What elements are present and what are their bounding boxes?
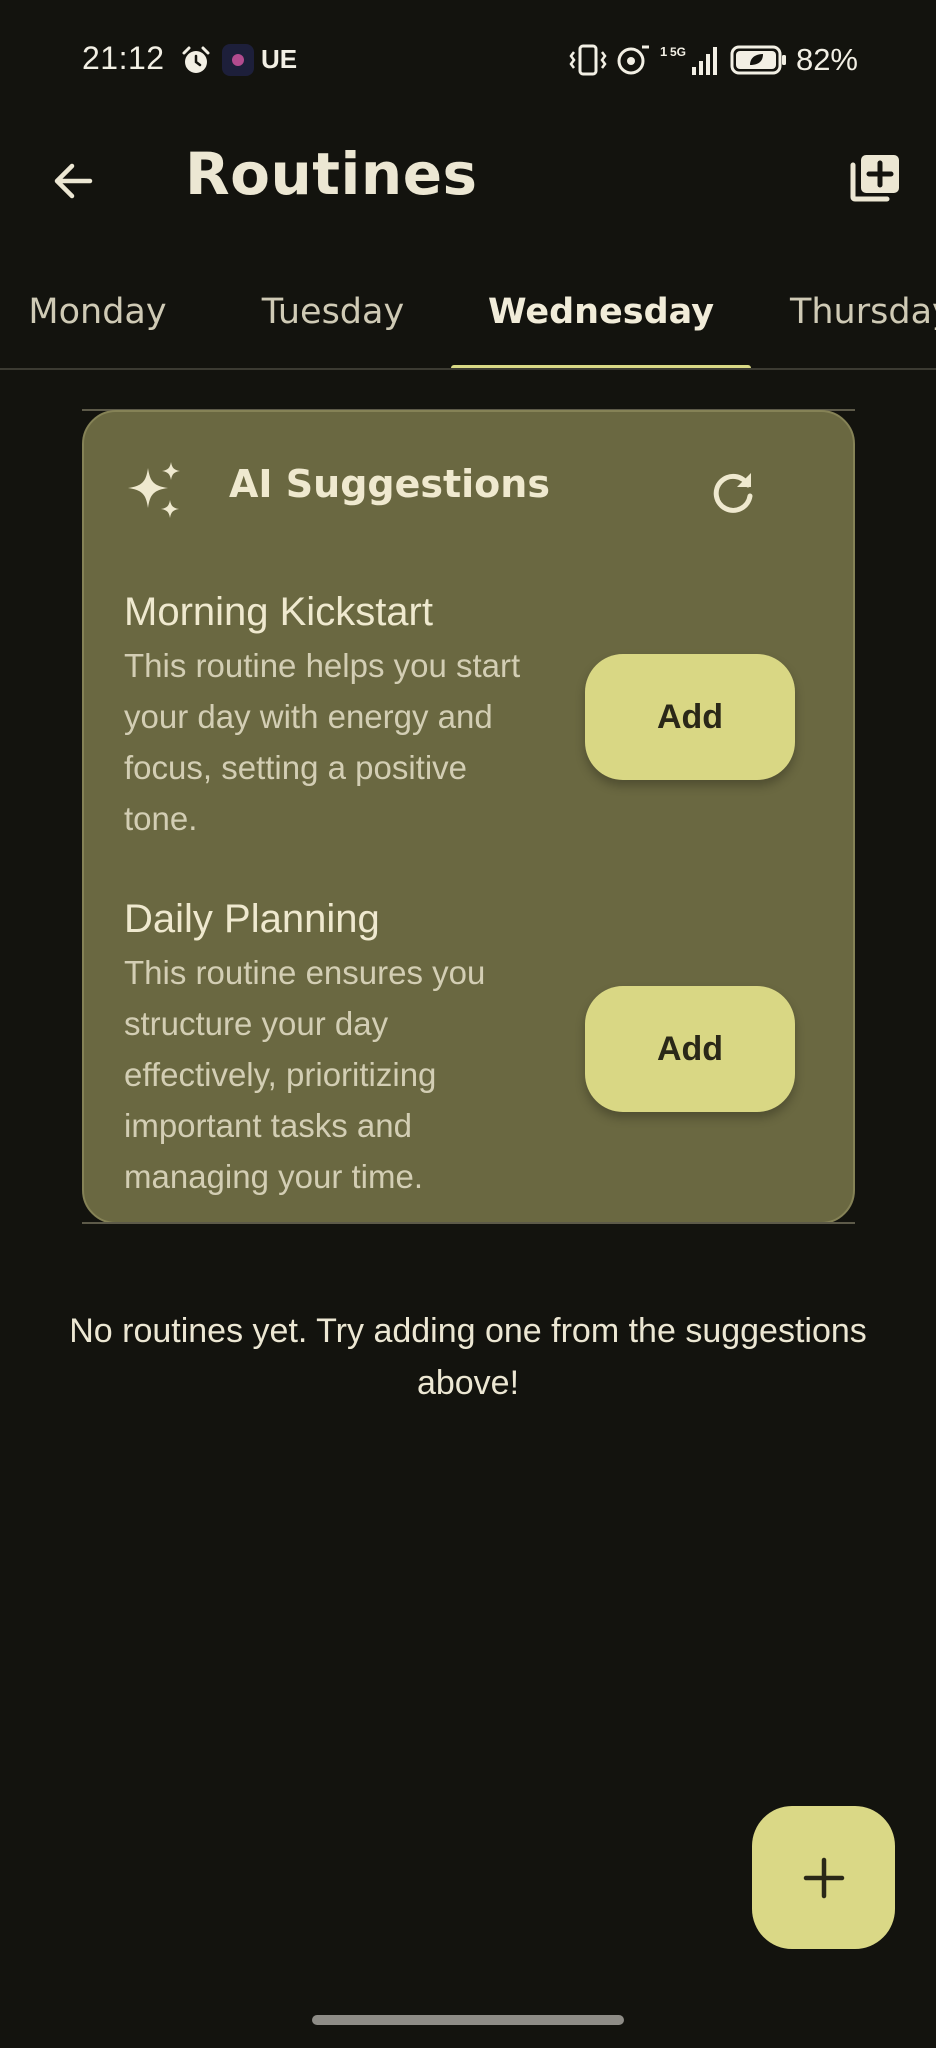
- add-routine-library-button[interactable]: [838, 142, 910, 214]
- suggestion-description: This routine ensures you structure your …: [124, 954, 486, 1195]
- carrier-label: UE: [261, 44, 298, 74]
- suggestion-item: Morning Kickstart This routine helps you…: [124, 584, 817, 844]
- add-morning-kickstart-button[interactable]: Add: [585, 654, 795, 780]
- arrow-back-icon: [54, 163, 93, 199]
- refresh-icon: [713, 473, 753, 513]
- app-notification-icon: [222, 44, 254, 76]
- day-tabs: Monday Tuesday Wednesday Thursday: [0, 256, 936, 370]
- battery-percent: 82%: [795, 42, 858, 77]
- suggestion-item: Daily Planning This routine ensures you …: [124, 891, 817, 1202]
- card-header: AI Suggestions: [84, 412, 853, 562]
- suggestion-title: Morning Kickstart: [124, 590, 433, 634]
- status-indicators: 1 5G 82%: [568, 40, 858, 80]
- alarm-icon: [182, 46, 210, 73]
- active-tab-indicator: [451, 365, 751, 368]
- status-time: 21:12: [82, 40, 165, 76]
- refresh-suggestions-button[interactable]: [705, 464, 761, 520]
- hotspot-icon: [617, 45, 649, 75]
- tab-wednesday[interactable]: Wednesday: [451, 256, 751, 368]
- home-indicator[interactable]: [312, 2015, 624, 2025]
- top-app-bar: Routines: [0, 124, 936, 224]
- svg-text:1: 1: [660, 44, 667, 59]
- tab-tuesday[interactable]: Tuesday: [218, 256, 448, 368]
- ai-suggestions-card: AI Suggestions Morning Kickstart This ro…: [82, 410, 855, 1224]
- tab-thursday[interactable]: Thursday: [790, 256, 936, 368]
- tab-monday[interactable]: Monday: [0, 256, 195, 368]
- empty-state-message: No routines yet. Try adding one from the…: [69, 1312, 867, 1402]
- plus-icon: [803, 1857, 844, 1898]
- sparkle-icon: [128, 462, 180, 518]
- library-add-icon: [850, 155, 899, 202]
- back-button[interactable]: [38, 146, 108, 216]
- svg-text:5G: 5G: [670, 45, 686, 59]
- page-title: Routines: [185, 140, 478, 208]
- status-bar: 21:12 UE 1 5G 82%: [0, 0, 936, 124]
- vibrate-icon: [569, 44, 607, 76]
- add-daily-planning-button[interactable]: Add: [585, 986, 795, 1112]
- add-routine-fab[interactable]: [752, 1806, 895, 1949]
- battery-icon: [730, 45, 786, 75]
- suggestion-description: This routine helps you start your day wi…: [124, 647, 521, 837]
- card-divider-bottom: [82, 1222, 855, 1224]
- card-title: AI Suggestions: [229, 462, 550, 506]
- signal-icon: 1 5G: [660, 44, 717, 75]
- suggestion-title: Daily Planning: [124, 897, 380, 941]
